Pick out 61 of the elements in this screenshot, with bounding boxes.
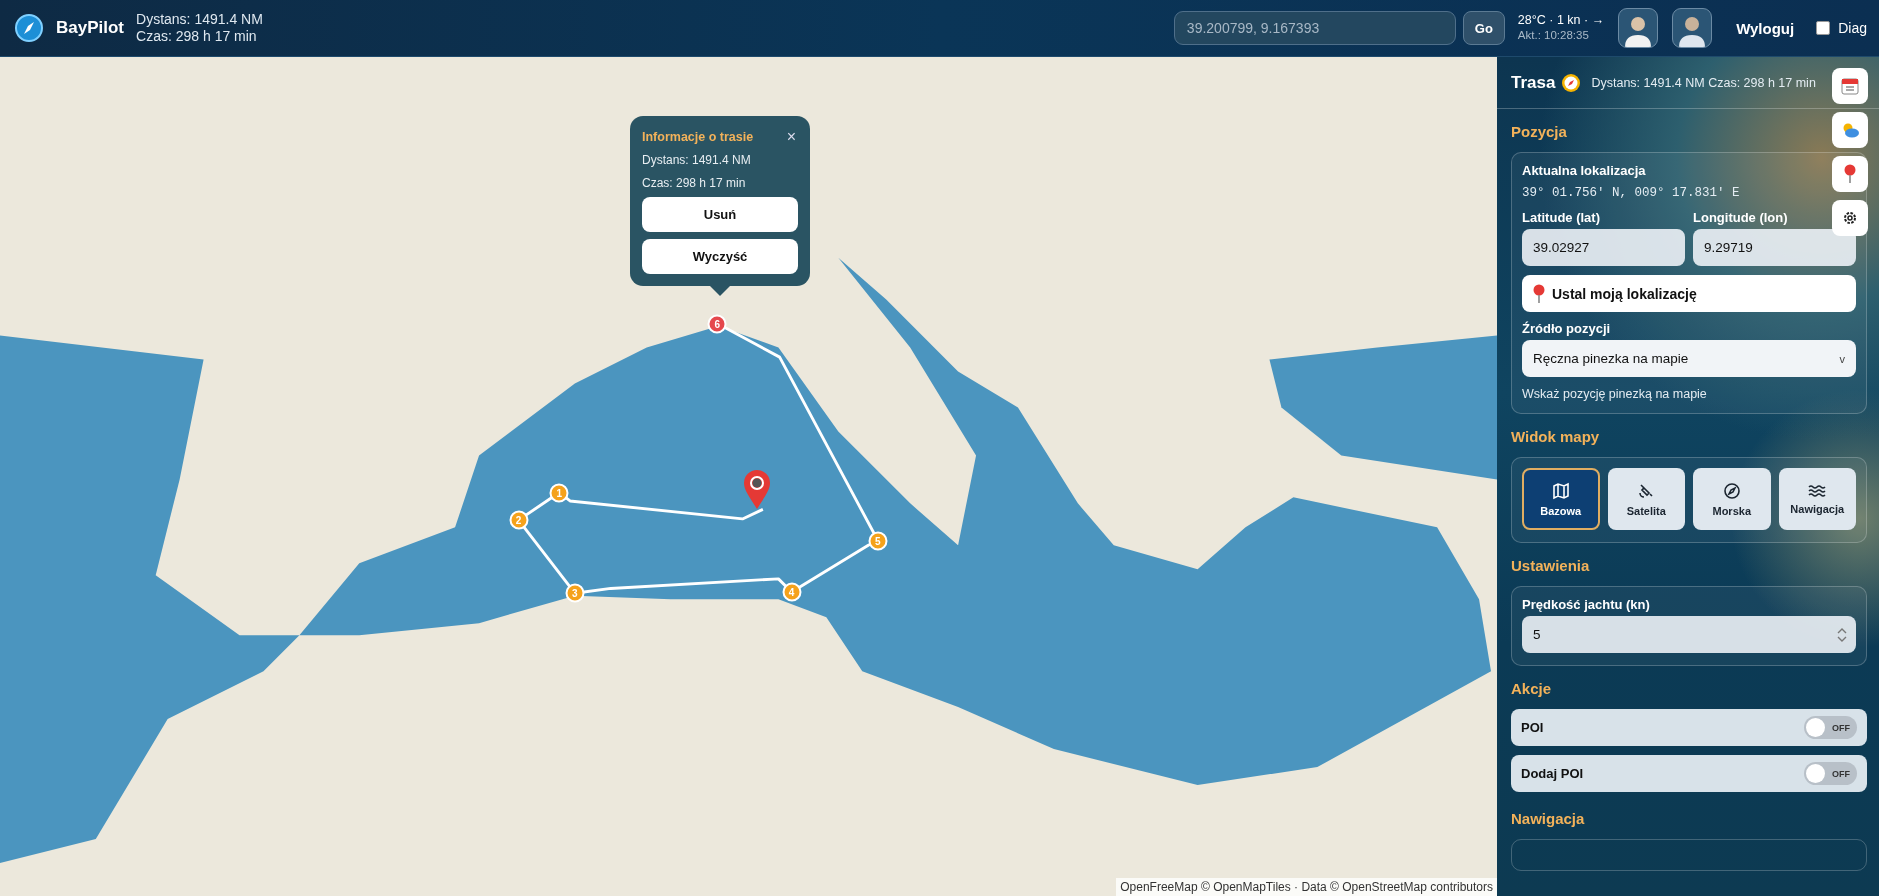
field-label: Prędkość jachtu (kn) — [1522, 597, 1650, 612]
section-heading: Akcje — [1511, 680, 1552, 697]
field-label: Źródło pozycji — [1522, 321, 1611, 336]
popup-title: Informacje o trasie — [642, 130, 754, 144]
section-heading: Ustawienia — [1511, 557, 1590, 574]
map-style-tab[interactable]: Bazowa — [1522, 468, 1600, 530]
panel-title: Trasa — [1511, 72, 1556, 93]
map-style-tab[interactable]: Morska — [1693, 468, 1771, 530]
locate-button[interactable]: Ustal moją lokalizację — [1522, 275, 1856, 312]
coordinates-text: 39° 01.756′ N, 009° 17.831′ E — [1522, 186, 1741, 200]
compass-logo-icon — [14, 13, 44, 43]
weather-button[interactable] — [1832, 112, 1868, 148]
latitude-field[interactable]: 39.02927 — [1522, 229, 1685, 266]
distance-text: Dystans: 1491.4 NM — [136, 11, 263, 28]
toggle-label: Dodaj POI — [1521, 766, 1584, 781]
close-button[interactable]: × — [786, 129, 796, 145]
location-pin-icon[interactable] — [743, 470, 771, 510]
settings-button[interactable] — [1832, 200, 1868, 236]
logout-button[interactable]: Wyloguj — [1734, 15, 1797, 41]
go-button[interactable]: Go — [1462, 11, 1505, 45]
longitude-field[interactable]: 9.29719 — [1693, 229, 1856, 266]
map-pin-icon — [1532, 283, 1546, 304]
calendar-icon — [1840, 76, 1860, 96]
toggle-switch[interactable]: OFF — [1804, 716, 1857, 739]
map-style-tab[interactable]: Nawigacja — [1778, 468, 1856, 530]
route-summary: Dystans: 1491.4 NM Czas: 298 h 17 min — [1591, 75, 1816, 90]
section-heading: Widok mapy — [1511, 428, 1600, 445]
clear-button[interactable]: Wyczyść — [642, 239, 798, 274]
coordinates-field[interactable]: 39.200799, 9.167393 — [1173, 11, 1456, 45]
map-attribution: OpenFreeMap © OpenMapTiles · Data © OpenStreetMap contributors — [1116, 878, 1497, 896]
time-text: Czas: 298 h 17 min — [136, 28, 258, 45]
avatar-icon[interactable] — [1618, 8, 1659, 48]
calendar-button[interactable] — [1832, 68, 1868, 104]
waves-icon — [1808, 483, 1827, 498]
caret-icon: v — [1839, 352, 1845, 365]
settings-icon — [1842, 210, 1858, 226]
time-text: Czas: 298 h 17 min — [642, 176, 747, 190]
map-pin-icon — [1843, 164, 1857, 184]
field-label: Aktualna lokalizacja — [1522, 163, 1646, 178]
section-heading: Nawigacja — [1511, 810, 1585, 827]
app-name: BayPilot — [56, 18, 125, 38]
section-heading: Pozycja — [1511, 123, 1567, 140]
pin-button[interactable] — [1832, 156, 1868, 192]
weather-text: 28°C · 1 kn · → — [1517, 13, 1605, 28]
speed-field[interactable]: 5 — [1522, 616, 1856, 653]
hint-text: Wskaż pozycję pinezką na mapie — [1522, 387, 1708, 401]
diag-checkbox[interactable] — [1816, 21, 1831, 35]
updated-time: Akt.: 10:28:35 — [1517, 28, 1590, 43]
compass-icon — [1722, 481, 1741, 500]
delete-button[interactable]: Usuń — [642, 197, 798, 232]
field-label: Latitude (lat) — [1522, 210, 1600, 225]
map-icon — [1551, 481, 1570, 500]
avatar-icon[interactable] — [1672, 8, 1713, 48]
diag-label: Diag — [1838, 20, 1867, 36]
field-label: Longitude (lon) — [1693, 210, 1788, 225]
compass-icon — [1561, 72, 1582, 93]
source-dropdown[interactable]: Ręczna pinezka na mapie v — [1522, 340, 1856, 377]
map-style-tab[interactable]: Satelita — [1607, 468, 1685, 530]
toggle-label: POI — [1521, 720, 1544, 735]
distance-text: Dystans: 1491.4 NM — [642, 153, 752, 167]
toggle-switch[interactable]: OFF — [1804, 762, 1857, 785]
